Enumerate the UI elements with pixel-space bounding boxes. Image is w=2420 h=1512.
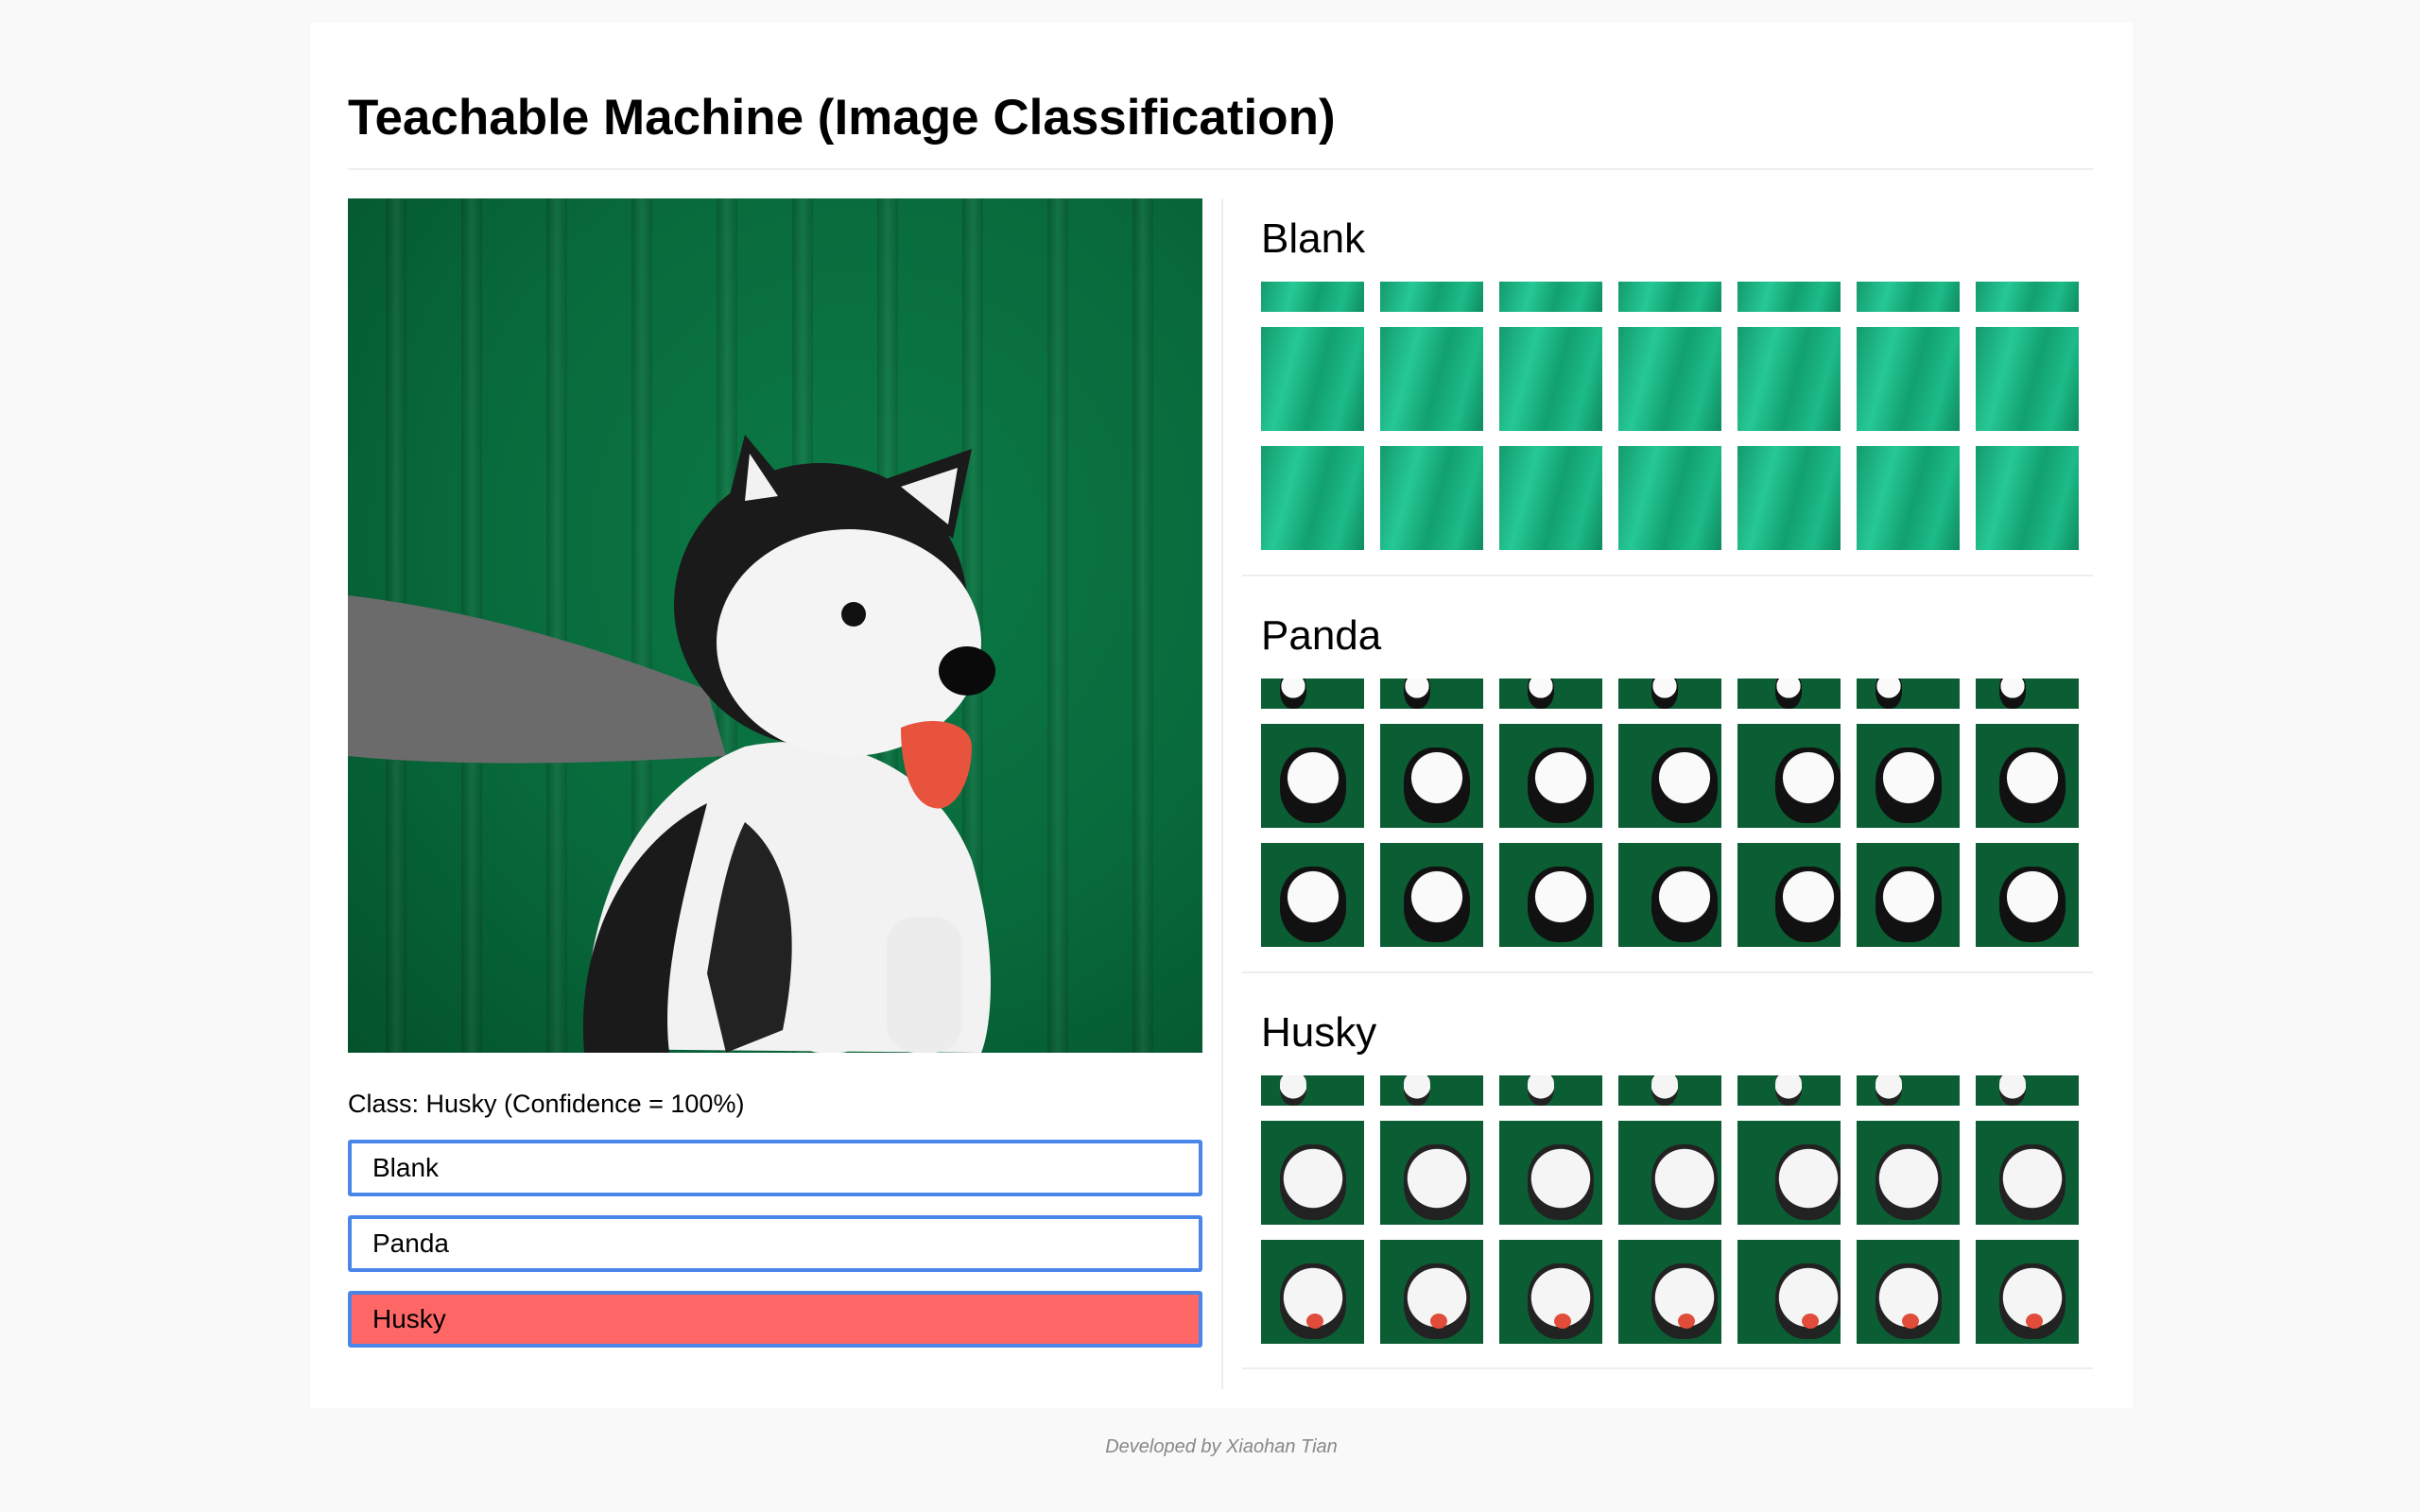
thumbnail-blank — [1261, 282, 1364, 312]
thumbnail-blank — [1499, 282, 1602, 312]
thumbnail-husky — [1737, 1121, 1841, 1225]
prediction-bar-husky: Husky — [348, 1291, 1202, 1348]
thumbnail-husky — [1380, 1240, 1483, 1344]
thumbnail-blank — [1976, 446, 2079, 550]
thumbnail-blank — [1976, 282, 2079, 312]
thumbnail-husky — [1857, 1240, 1960, 1344]
section-title-blank: Blank — [1261, 215, 1366, 262]
thumbnail-panda — [1857, 843, 1960, 947]
thumbnail-panda — [1857, 724, 1960, 828]
column-divider — [1221, 198, 1223, 1389]
thumbnail-blank — [1618, 282, 1721, 312]
thumbnail-husky — [1618, 1240, 1721, 1344]
thumbnail-husky — [1857, 1121, 1960, 1225]
thumbnail-husky — [1737, 1075, 1841, 1106]
thumbnail-panda — [1499, 843, 1602, 947]
thumbnail-husky — [1499, 1121, 1602, 1225]
thumbnail-husky — [1976, 1075, 2079, 1106]
section-divider — [1242, 1367, 2093, 1369]
thumbnail-panda — [1737, 724, 1841, 828]
thumbnail-panda — [1618, 843, 1721, 947]
thumbnail-panda — [1261, 724, 1364, 828]
section-divider — [1242, 575, 2093, 576]
thumbnail-husky — [1976, 1121, 2079, 1225]
thumbnail-panda — [1618, 724, 1721, 828]
thumbnail-panda — [1261, 679, 1364, 709]
thumbnail-panda — [1618, 679, 1721, 709]
thumbnail-blank — [1618, 327, 1721, 431]
section-divider — [1242, 971, 2093, 973]
prediction-text: Class: Husky (Confidence = 100%) — [348, 1090, 745, 1118]
thumbnail-panda — [1380, 679, 1483, 709]
prediction-label: Husky — [372, 1304, 446, 1333]
thumbnail-husky — [1261, 1121, 1364, 1225]
thumbnail-husky — [1380, 1121, 1483, 1225]
thumbnail-husky — [1499, 1075, 1602, 1106]
thumbnail-panda — [1261, 843, 1364, 947]
thumbnail-blank — [1737, 446, 1841, 550]
thumbnail-panda — [1499, 724, 1602, 828]
thumbnail-blank — [1857, 446, 1960, 550]
webcam-feed — [348, 198, 1202, 1053]
prediction-label: Panda — [372, 1228, 449, 1258]
page-title: Teachable Machine (Image Classification) — [348, 90, 1336, 146]
thumbnail-blank — [1499, 446, 1602, 550]
thumbnail-husky — [1737, 1240, 1841, 1344]
thumbnail-panda — [1380, 843, 1483, 947]
husky-plush-image — [348, 435, 995, 1053]
thumbnail-panda — [1976, 724, 2079, 828]
thumbnail-blank — [1380, 446, 1483, 550]
footer-credit: Developed by Xiaohan Tian — [1105, 1436, 1338, 1457]
thumbnail-blank — [1261, 446, 1364, 550]
thumbnail-husky — [1261, 1240, 1364, 1344]
thumbnail-blank — [1857, 327, 1960, 431]
thumbnail-husky — [1261, 1075, 1364, 1106]
thumbnail-panda — [1857, 679, 1960, 709]
thumbnail-blank — [1499, 327, 1602, 431]
thumbnail-panda — [1737, 679, 1841, 709]
thumbnail-husky — [1499, 1240, 1602, 1344]
thumbnail-husky — [1618, 1075, 1721, 1106]
thumbnail-blank — [1618, 446, 1721, 550]
thumbnail-husky — [1618, 1121, 1721, 1225]
thumbnail-blank — [1261, 327, 1364, 431]
thumbnail-husky — [1380, 1075, 1483, 1106]
section-title-panda: Panda — [1261, 612, 1382, 659]
thumbnail-husky — [1857, 1075, 1960, 1106]
thumbnail-panda — [1499, 679, 1602, 709]
thumbnail-panda — [1380, 724, 1483, 828]
title-divider — [348, 168, 2093, 170]
thumbnail-blank — [1857, 282, 1960, 312]
prediction-bar-blank: Blank — [348, 1140, 1202, 1196]
thumbnail-husky — [1976, 1240, 2079, 1344]
prediction-bar-panda: Panda — [348, 1215, 1202, 1272]
thumbnail-panda — [1737, 843, 1841, 947]
thumbnail-blank — [1737, 282, 1841, 312]
thumbnail-blank — [1380, 282, 1483, 312]
thumbnail-blank — [1380, 327, 1483, 431]
thumbnail-blank — [1737, 327, 1841, 431]
thumbnail-panda — [1976, 843, 2079, 947]
thumbnail-blank — [1976, 327, 2079, 431]
section-title-husky: Husky — [1261, 1009, 1377, 1056]
thumbnail-panda — [1976, 679, 2079, 709]
prediction-label: Blank — [372, 1153, 440, 1182]
